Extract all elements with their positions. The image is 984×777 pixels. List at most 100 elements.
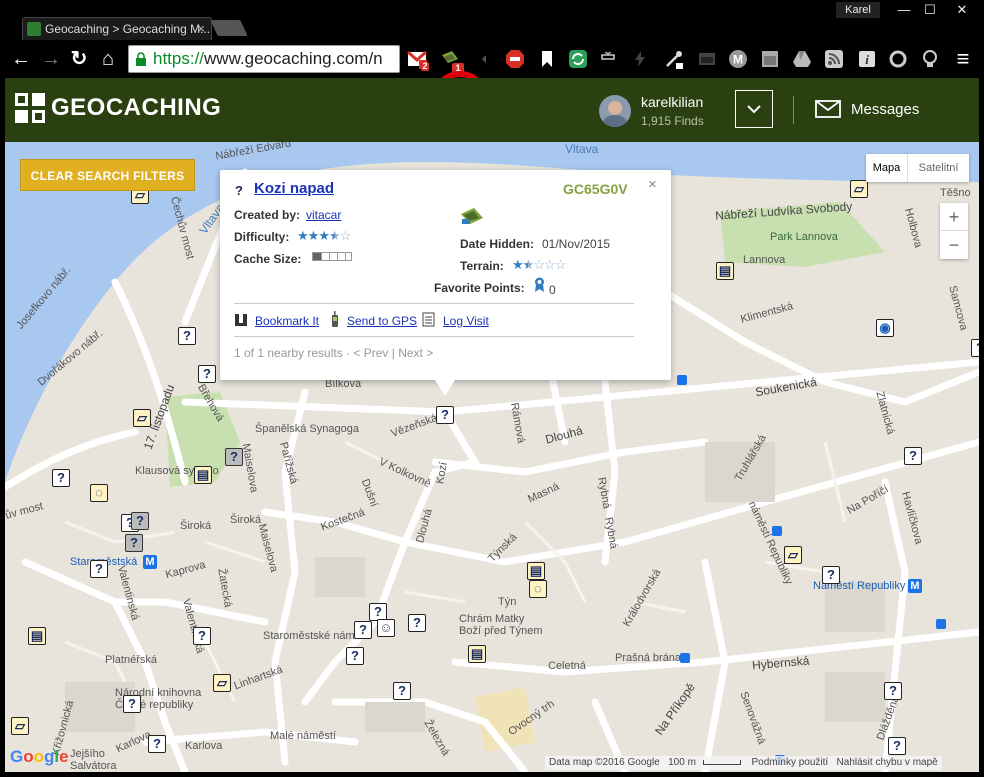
multi-cache-icon[interactable]: ▤	[716, 262, 734, 280]
cache-title-link[interactable]: Kozi napad	[254, 180, 334, 197]
circle-extension-icon[interactable]	[888, 49, 908, 69]
map-scale[interactable]: 100 m	[668, 757, 696, 768]
user-name[interactable]: karelkilian	[641, 94, 703, 110]
multi-cache-icon[interactable]: ▤	[194, 466, 212, 484]
mystery-cache-icon[interactable]: ?	[888, 737, 906, 755]
back-arrow-icon[interactable]: ←	[10, 48, 32, 70]
mystery-cache-icon[interactable]: ?	[178, 327, 196, 345]
metro-icon[interactable]: M	[908, 579, 922, 593]
home-icon[interactable]: ⌂	[97, 48, 119, 70]
flash-extension-icon[interactable]	[630, 49, 650, 69]
owner-link[interactable]: vitacar	[306, 208, 341, 222]
mystery-cache-icon[interactable]: ?	[198, 365, 216, 383]
letterbox-cache-icon[interactable]: ◌	[90, 484, 108, 502]
report-error-link[interactable]: Nahlásit chybu v mapě	[837, 757, 938, 768]
mystery-cache-icon[interactable]: ?	[904, 447, 922, 465]
street-label: Široká	[180, 520, 212, 532]
mystery-cache-icon[interactable]: ?	[193, 627, 211, 645]
profile-name[interactable]: Karel	[836, 2, 880, 18]
mystery-cache-icon[interactable]: ?	[884, 682, 902, 700]
brand-name[interactable]: GEOCACHING	[51, 94, 221, 122]
browser-menu-icon[interactable]: ≡	[952, 48, 974, 70]
send-to-gps-link[interactable]: Send to GPS	[347, 314, 417, 328]
multi-cache-icon[interactable]: ▱	[11, 717, 29, 735]
mystery-cache-icon[interactable]: ?	[148, 735, 166, 753]
mystery-cache-icon[interactable]: ?	[822, 566, 840, 584]
mystery-cache-icon[interactable]: ?	[52, 469, 70, 487]
zoom-in-button[interactable]: +	[940, 203, 968, 231]
mystery-cache-icon[interactable]: ?	[393, 682, 411, 700]
multi-cache-icon[interactable]: ▤	[468, 645, 486, 663]
extension-arrow-icon[interactable]	[476, 49, 496, 69]
reload-icon[interactable]: ↻	[68, 48, 90, 70]
multi-cache-icon[interactable]: ▤	[28, 627, 46, 645]
rss-extension-icon[interactable]	[824, 49, 844, 69]
bookmark-extension-icon[interactable]	[537, 49, 557, 69]
virtual-cache-icon[interactable]: ☺	[377, 619, 395, 637]
browser-tab[interactable]: Geocaching > Geocaching M... ×	[22, 17, 212, 40]
bookmark-it-link[interactable]: Bookmark It	[255, 314, 319, 328]
mystery-cache-icon[interactable]: ?	[90, 560, 108, 578]
drive-extension-icon[interactable]	[792, 49, 812, 69]
multi-cache-icon[interactable]: ▱	[784, 546, 802, 564]
window-extension-icon[interactable]	[697, 49, 717, 69]
messages-link[interactable]: Messages	[851, 101, 919, 118]
multi-cache-icon[interactable]: ▱	[133, 409, 151, 427]
lightbulb-extension-icon[interactable]	[920, 49, 940, 69]
minimize-icon[interactable]: —	[890, 0, 918, 20]
stop-extension-icon[interactable]	[505, 49, 525, 69]
m-extension-icon[interactable]: M	[728, 49, 748, 69]
multi-cache-icon[interactable]: ▤	[527, 562, 545, 580]
map-type-map-button[interactable]: Mapa	[866, 154, 908, 182]
mystery-cache-icon[interactable]: ?	[225, 448, 243, 466]
envelope-icon[interactable]	[815, 100, 841, 118]
map-type-satellite-button[interactable]: Satelitní	[908, 154, 969, 182]
rating-star-icon: ☆	[543, 257, 556, 272]
multi-cache-icon[interactable]: ▱	[213, 674, 231, 692]
mystery-cache-icon[interactable]: ?	[436, 406, 454, 424]
mystery-cache-icon[interactable]: ?	[408, 614, 426, 632]
log-visit-link[interactable]: Log Visit	[443, 314, 489, 328]
close-window-icon[interactable]: ✕	[942, 0, 982, 20]
forward-arrow-icon[interactable]: →	[40, 48, 62, 70]
mystery-cache-icon[interactable]: ?	[971, 339, 979, 357]
transit-stop-icon[interactable]	[680, 653, 690, 663]
street-label: Malé náměstí	[270, 730, 337, 742]
transit-stop-icon[interactable]	[677, 375, 687, 385]
letterbox-cache-icon[interactable]: ◌	[529, 580, 547, 598]
street-label: Platnéřská	[105, 654, 157, 666]
close-icon[interactable]: ×	[648, 176, 657, 193]
mystery-cache-icon[interactable]: ?	[346, 647, 364, 665]
event-cache-icon[interactable]: ◉	[876, 319, 894, 337]
metro-icon[interactable]: M	[143, 555, 157, 569]
geocaching-logo-icon[interactable]	[15, 93, 45, 123]
nearby-results-nav[interactable]: 1 of 1 nearby results · < Prev | Next >	[234, 346, 433, 360]
gps-device-icon	[332, 311, 338, 327]
new-tab-button[interactable]	[210, 20, 248, 36]
calendar-extension-icon[interactable]	[760, 49, 780, 69]
user-menu-dropdown-button[interactable]	[735, 90, 773, 128]
terms-link[interactable]: Podmínky použití	[751, 757, 828, 768]
attribution-data: Data map ©2016 Google	[549, 757, 660, 768]
multi-cache-icon[interactable]: ▱	[850, 180, 868, 198]
gift-extension-icon[interactable]	[598, 49, 618, 69]
cache-size-label: Cache Size:	[234, 252, 302, 266]
mystery-cache-icon[interactable]: ?	[131, 512, 149, 530]
mystery-cache-icon[interactable]: ?	[354, 621, 372, 639]
eyedropper-extension-icon[interactable]	[664, 49, 684, 69]
user-avatar[interactable]	[599, 95, 631, 127]
google-logo[interactable]: Google	[10, 747, 69, 767]
maximize-icon[interactable]: ☐	[916, 0, 944, 20]
mystery-cache-icon[interactable]: ?	[125, 534, 143, 552]
transit-stop-icon[interactable]	[936, 619, 946, 629]
address-bar[interactable]: https://www.geocaching.com/n ☆	[128, 45, 400, 73]
info-extension-icon[interactable]: i	[857, 49, 877, 69]
tab-close-icon[interactable]: ×	[197, 18, 205, 40]
difficulty-rating: ★★★★☆	[297, 228, 351, 244]
mystery-cache-icon[interactable]: ?	[123, 695, 141, 713]
sync-extension-icon[interactable]	[568, 49, 588, 69]
map-canvas[interactable]: Vltava Vltava Nábřeží Edvard Nábřeží Lud…	[5, 142, 979, 772]
zoom-out-button[interactable]: −	[940, 231, 968, 259]
transit-stop-icon[interactable]	[772, 526, 782, 536]
clear-search-filters-button[interactable]: CLEAR SEARCH FILTERS	[20, 159, 195, 191]
